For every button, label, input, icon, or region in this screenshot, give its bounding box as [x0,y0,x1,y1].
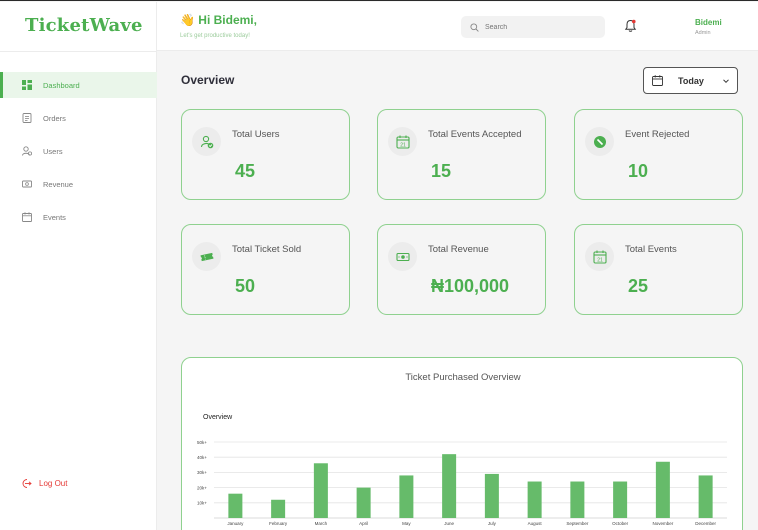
stat-card-total-users[interactable]: Total Users 45 [181,109,350,200]
card-value: 45 [235,161,256,181]
x-tick-label: January [227,521,244,526]
sidebar-item-label: Orders [43,113,66,123]
card-value: ₦100,000 [431,276,510,296]
svg-text:21: 21 [400,142,406,148]
page-title: Overview [181,73,235,87]
x-tick-label: August [528,521,543,526]
card-label: Total Events Accepted [428,129,522,140]
card-label: Total Events [625,244,677,255]
sidebar-nav: Dashboard Orders Users Revenue Events [0,72,157,237]
period-value: Today [678,75,704,86]
stat-card-total-revenue[interactable]: Total Revenue ₦100,000 [377,224,546,315]
reject-icon [585,127,614,156]
bar-february[interactable] [271,499,286,518]
stat-card-total-events[interactable]: 21 Total Events 25 [574,224,743,315]
x-tick-label: September [566,521,589,526]
x-tick-label: November [652,521,673,526]
calendar-icon: 21 [585,242,614,271]
card-value: 15 [431,161,452,181]
logout-label: Log Out [39,479,68,488]
bar-august[interactable] [527,481,542,518]
y-tick-label: 30k+ [197,470,207,475]
search-bar[interactable] [461,16,605,38]
user-check-icon [192,127,221,156]
events-icon [22,212,32,222]
card-label: Total Users [232,129,280,140]
sidebar-item-label: Dashboard [43,80,80,90]
y-tick-label: 50k+ [197,440,207,445]
cash-icon [388,242,417,271]
bar-october[interactable] [613,481,628,518]
card-value: 50 [235,276,256,296]
x-tick-label: July [488,521,497,526]
card-label: Event Rejected [625,129,690,140]
x-tick-label: April [359,521,368,526]
search-input[interactable] [485,23,595,31]
x-tick-label: December [695,521,716,526]
dashboard-icon [22,80,32,90]
greeting: 👋 Hi Bidemi, [180,13,257,27]
orders-icon [22,113,32,123]
ticket-chart-card: Ticket Purchased Overview Overview 10k+ 2… [181,357,743,530]
user-role: Admin [695,30,711,36]
notification-bell-icon[interactable] [624,19,637,33]
sidebar-item-orders[interactable]: Orders [0,105,157,131]
sidebar-item-dashboard[interactable]: Dashboard [0,72,157,98]
bar-november[interactable] [655,461,670,518]
bar-december[interactable] [698,475,713,518]
sidebar-item-revenue[interactable]: Revenue [0,171,157,197]
sidebar-item-events[interactable]: Events [0,204,157,230]
y-tick-label: 20k+ [197,485,207,490]
bar-chart: 10k+ 20k+ 30k+ 40k+ 50k+ January February March… [197,440,727,526]
bar-september[interactable] [570,481,585,518]
user-name[interactable]: Bidemi [695,18,722,27]
x-tick-label: February [269,521,288,526]
x-tick-label: May [402,521,411,526]
logout-icon [22,479,32,488]
stat-card-tickets-sold[interactable]: Total Ticket Sold 50 [181,224,350,315]
sidebar-item-label: Users [43,146,63,156]
revenue-icon [22,179,32,189]
bar-may[interactable] [399,475,414,518]
x-tick-label: October [612,521,629,526]
period-dropdown[interactable]: Today [643,67,738,94]
app-logo[interactable]: TicketWave [25,15,143,36]
app-window: TicketWave Dashboard Orders Users Revenu… [0,0,758,530]
search-icon [470,22,479,32]
y-tick-label: 40k+ [197,455,207,460]
sidebar: TicketWave Dashboard Orders Users Revenu… [0,2,157,530]
divider [0,51,157,52]
stat-card-events-rejected[interactable]: Event Rejected 10 [574,109,743,200]
top-header: 👋 Hi Bidemi, Let's get productive today!… [157,2,758,51]
chevron-down-icon [723,78,729,83]
x-tick-label: March [315,521,328,526]
y-tick-label: 10k+ [197,501,207,506]
x-tick-label: June [444,521,454,526]
calendar-icon [652,75,663,86]
card-value: 25 [628,276,649,296]
card-label: Total Revenue [428,244,489,255]
sidebar-item-users[interactable]: Users [0,138,157,164]
sidebar-item-label: Revenue [43,179,74,189]
bar-july[interactable] [484,473,499,518]
bar-january[interactable] [228,493,243,518]
stat-card-events-accepted[interactable]: 21 Total Events Accepted 15 [377,109,546,200]
card-label: Total Ticket Sold [232,244,302,255]
card-value: 10 [628,161,649,181]
bar-june[interactable] [442,454,457,518]
bar-march[interactable] [313,463,328,518]
ticket-icon [192,242,221,271]
calendar-icon: 21 [388,127,417,156]
svg-text:21: 21 [597,257,603,263]
logout-button[interactable]: Log Out [21,478,67,489]
users-icon [22,146,32,156]
bar-april[interactable] [356,487,371,518]
greeting-subtitle: Let's get productive today! [180,33,250,39]
sidebar-item-label: Events [43,212,66,222]
